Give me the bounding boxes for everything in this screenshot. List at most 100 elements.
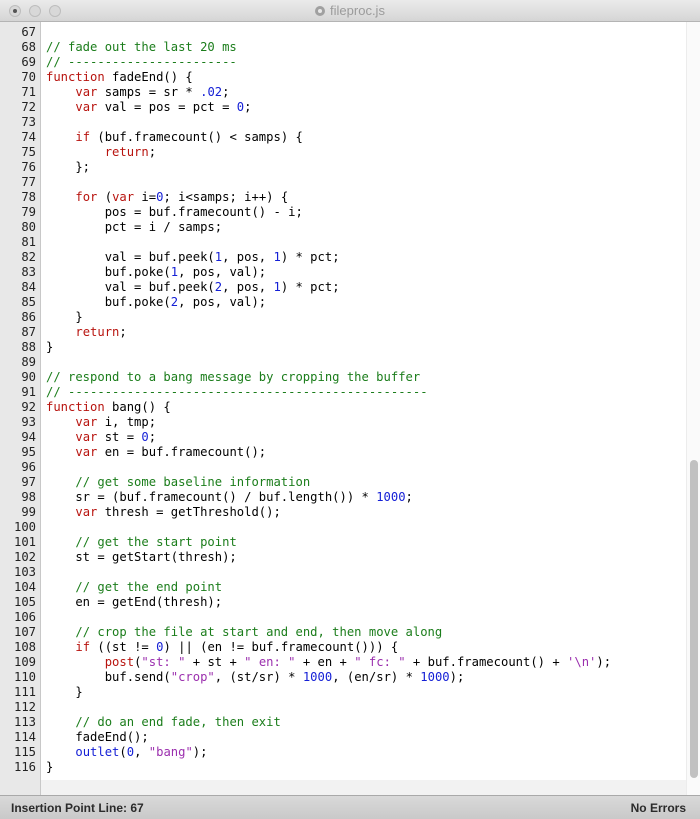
line-number: 96 [21, 460, 36, 474]
code-line[interactable]: return; [46, 145, 156, 160]
code-token: return [104, 145, 149, 159]
code-token: 0 [126, 745, 135, 759]
code-token: ) || (en != buf.framecount())) { [163, 640, 399, 654]
code-line[interactable]: var thresh = getThreshold(); [46, 505, 281, 520]
code-line[interactable]: } [46, 340, 53, 355]
code-token: "bang" [148, 745, 193, 759]
line-number: 113 [13, 715, 36, 729]
line-number: 94 [21, 430, 36, 444]
code-token: outlet [75, 745, 120, 759]
line-number: 109 [13, 655, 36, 669]
code-editor[interactable]: 67 68 69 70 71 72 73 74 75 76 77 78 79 80 81 82 83 84 85 86… [0, 22, 700, 795]
horizontal-scroll-track[interactable] [41, 780, 686, 795]
code-line[interactable]: val = buf.peek(2, pos, 1) * pct; [46, 280, 340, 295]
code-line[interactable]: buf.send("crop", (st/sr) * 1000, (en/sr)… [46, 670, 465, 685]
code-line[interactable]: function bang() { [46, 400, 171, 415]
code-line[interactable]: }; [46, 160, 90, 175]
code-line[interactable]: return; [46, 325, 126, 340]
vertical-scroll-thumb[interactable] [690, 460, 698, 778]
code-line[interactable]: // crop the file at start and end, then … [46, 625, 442, 640]
code-line[interactable]: pct = i / samps; [46, 220, 222, 235]
code-line[interactable]: fadeEnd(); [46, 730, 148, 745]
code-line[interactable]: outlet(0, "bang"); [46, 745, 207, 760]
code-token: thresh = getThreshold(); [97, 505, 281, 519]
window-title-group: fileproc.js [0, 3, 700, 18]
code-line[interactable]: } [46, 685, 83, 700]
code-token: pos = buf.framecount() - i; [46, 205, 303, 219]
code-token: 2 [170, 295, 179, 309]
code-line[interactable]: var en = buf.framecount(); [46, 445, 266, 460]
code-token: 0 [141, 430, 149, 444]
code-line[interactable]: // -------------------------------------… [46, 385, 428, 400]
code-line[interactable]: var samps = sr * .02; [46, 85, 229, 100]
line-number: 116 [13, 760, 36, 774]
code-token: val = buf.peek( [46, 280, 215, 294]
code-line[interactable]: // ----------------------- [46, 55, 237, 70]
code-line[interactable]: if (buf.framecount() < samps) { [46, 130, 302, 145]
code-token: , pos, val); [178, 295, 267, 309]
line-number: 89 [21, 355, 36, 369]
error-status: No Errors [630, 801, 686, 815]
code-line[interactable]: // do an end fade, then exit [46, 715, 280, 730]
code-token: // respond to a bang message by cropping… [46, 370, 421, 384]
code-line[interactable]: buf.poke(1, pos, val); [46, 265, 266, 280]
code-line[interactable]: var i, tmp; [46, 415, 156, 430]
code-line[interactable]: pos = buf.framecount() - i; [46, 205, 303, 220]
code-token: st = getStart(thresh); [46, 550, 237, 564]
line-number: 87 [21, 325, 36, 339]
code-line[interactable]: // get some baseline information [46, 475, 310, 490]
code-token: , pos, [222, 250, 274, 264]
code-token: en = getEnd(thresh); [46, 595, 223, 609]
code-token: , [134, 745, 149, 759]
code-line[interactable]: } [46, 310, 82, 325]
code-token: post [104, 655, 135, 669]
vertical-scrollbar[interactable] [686, 22, 700, 795]
line-number: 78 [21, 190, 36, 204]
line-number: 83 [21, 265, 36, 279]
code-line[interactable]: // fade out the last 20 ms [46, 40, 237, 55]
code-line[interactable]: } [46, 760, 53, 775]
code-token: // ----------------------- [46, 55, 237, 69]
code-token: val = pos = pct = [97, 100, 237, 114]
code-text-area[interactable]: // fade out the last 20 ms// -----------… [41, 22, 686, 795]
line-number: 74 [21, 130, 36, 144]
line-number: 101 [13, 535, 36, 549]
status-bar: Insertion Point Line: 67 No Errors [0, 795, 700, 819]
code-line[interactable]: st = getStart(thresh); [46, 550, 237, 565]
code-line[interactable]: buf.poke(2, pos, val); [46, 295, 266, 310]
window-title: fileproc.js [330, 3, 385, 18]
code-token: buf.poke( [46, 295, 171, 309]
code-line[interactable]: // get the end point [46, 580, 222, 595]
code-line[interactable]: post("st: " + st + " en: " + en + " fc: … [46, 655, 611, 670]
code-line[interactable]: sr = (buf.framecount() / buf.length()) *… [46, 490, 413, 505]
code-token: } [46, 685, 83, 699]
code-token: return [75, 325, 120, 339]
code-token: var [75, 85, 98, 99]
line-number: 67 [21, 25, 36, 39]
code-line[interactable]: var st = 0; [46, 430, 156, 445]
line-number: 90 [21, 370, 36, 384]
code-token: + st + [185, 655, 245, 669]
line-number: 71 [21, 85, 36, 99]
code-token: ((st != [90, 640, 157, 654]
code-line[interactable]: for (var i=0; i<samps; i++) { [46, 190, 288, 205]
code-token: , pos, [222, 280, 274, 294]
code-line[interactable]: var val = pos = pct = 0; [46, 100, 251, 115]
code-line[interactable]: function fadeEnd() { [46, 70, 193, 85]
code-token: val = buf.peek( [46, 250, 215, 264]
insertion-point-status: Insertion Point Line: 67 [11, 801, 144, 815]
code-line[interactable]: en = getEnd(thresh); [46, 595, 222, 610]
code-token: fadeEnd() { [104, 70, 193, 84]
code-line[interactable]: if ((st != 0) || (en != buf.framecount()… [46, 640, 398, 655]
code-token: + buf.framecount() + [405, 655, 568, 669]
code-line[interactable]: // get the start point [46, 535, 236, 550]
code-token: en = buf.framecount(); [97, 445, 267, 459]
code-line[interactable]: // respond to a bang message by cropping… [46, 370, 420, 385]
code-line[interactable]: val = buf.peek(1, pos, 1) * pct; [46, 250, 340, 265]
